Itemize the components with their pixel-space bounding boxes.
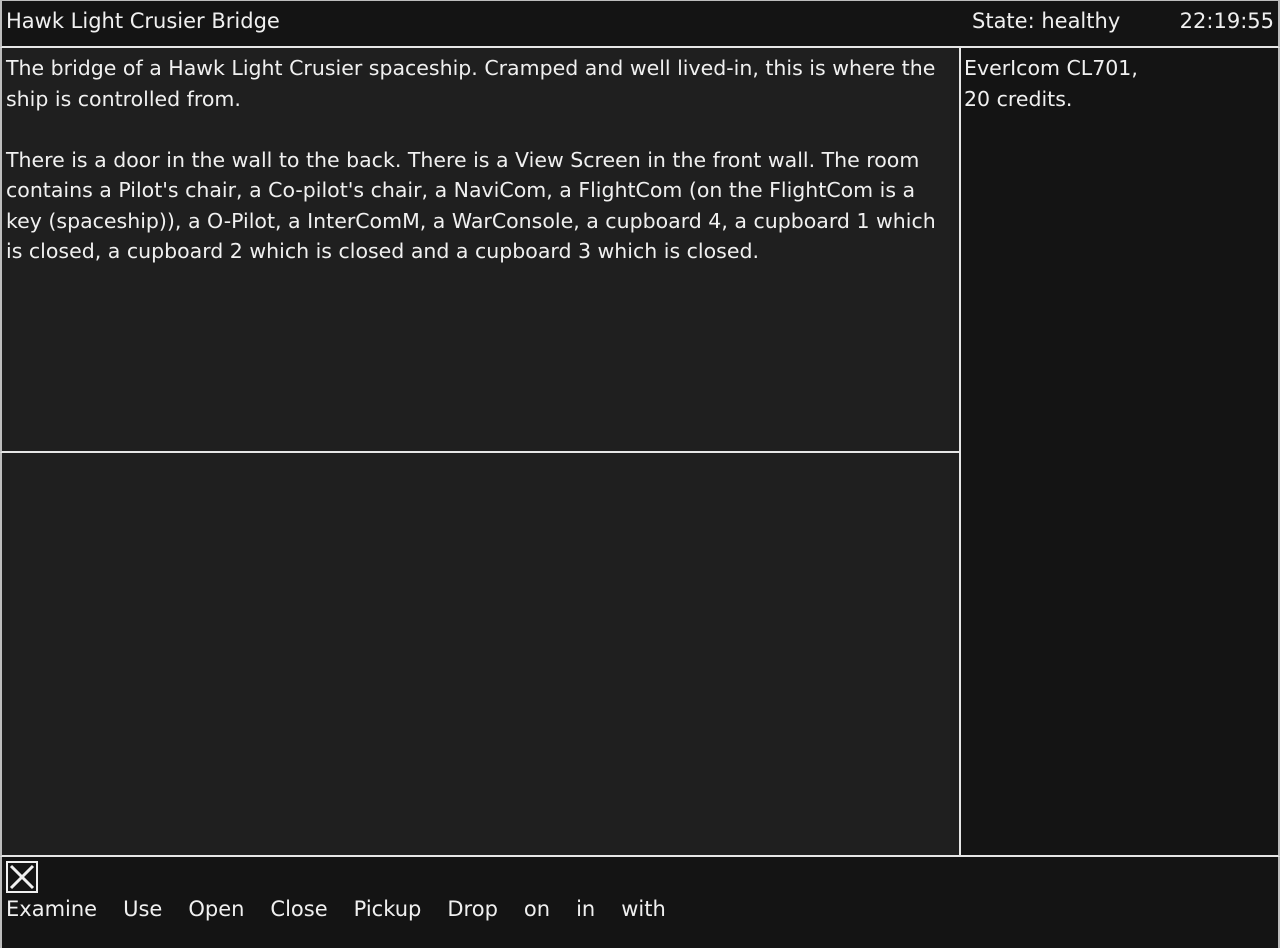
verb-pickup[interactable]: Pickup <box>354 897 422 921</box>
inventory-panel: EverIcom CL701, 20 credits. <box>961 48 1280 857</box>
verb-close[interactable]: Close <box>270 897 327 921</box>
verb-use[interactable]: Use <box>123 897 162 921</box>
verb-list: Examine Use Open Close Pickup Drop on in… <box>6 897 692 921</box>
verb-open[interactable]: Open <box>188 897 244 921</box>
player-state: State: healthy <box>972 9 1121 33</box>
inventory-credits: 20 credits. <box>964 86 1073 111</box>
close-x-icon <box>9 864 35 890</box>
clear-command-button[interactable] <box>6 861 38 893</box>
preposition-with[interactable]: with <box>621 897 666 921</box>
command-bar: Examine Use Open Close Pickup Drop on in… <box>0 857 1280 948</box>
verb-drop[interactable]: Drop <box>447 897 498 921</box>
game-output-panel <box>0 453 961 857</box>
room-description-contents: There is a door in the wall to the back.… <box>6 147 936 264</box>
room-description-panel: The bridge of a Hawk Light Crusier space… <box>0 48 961 453</box>
room-title: Hawk Light Crusier Bridge <box>6 9 280 33</box>
preposition-in[interactable]: in <box>576 897 595 921</box>
header-bar: Hawk Light Crusier Bridge State: healthy… <box>0 0 1280 48</box>
room-description-intro: The bridge of a Hawk Light Crusier space… <box>6 56 936 111</box>
game-clock: 22:19:55 <box>1179 9 1274 33</box>
verb-examine[interactable]: Examine <box>6 897 97 921</box>
inventory-item[interactable]: EverIcom CL701, <box>964 53 1278 84</box>
preposition-on[interactable]: on <box>524 897 550 921</box>
